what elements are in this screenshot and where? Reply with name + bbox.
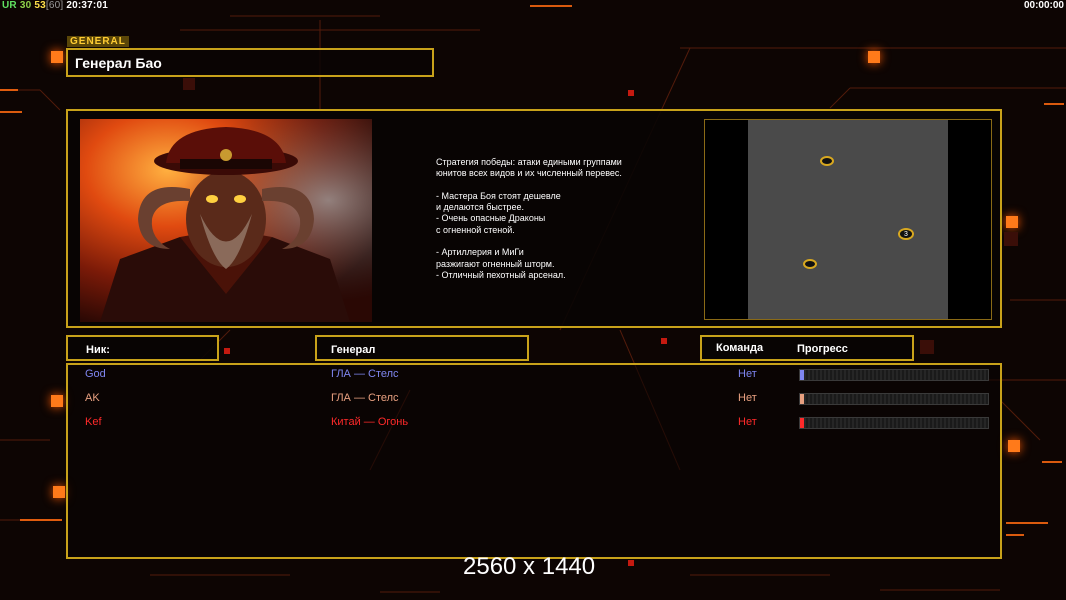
red-dot bbox=[628, 90, 634, 96]
red-dot bbox=[628, 560, 634, 566]
progress-column-label: Прогресс bbox=[797, 343, 848, 355]
player-progress-bar bbox=[799, 369, 989, 381]
team-column-label: Команда bbox=[716, 342, 764, 354]
hud-timer: 00:00:00 bbox=[1023, 0, 1064, 11]
map-terrain: 3 bbox=[748, 120, 948, 319]
glow-square bbox=[53, 486, 65, 498]
general-tag: GENERAL bbox=[67, 36, 129, 47]
general-name: Генерал Бао bbox=[75, 55, 162, 71]
general-column-header: Генерал bbox=[315, 335, 529, 361]
hud-clock: 20:37:01 bbox=[66, 0, 108, 11]
map-preview[interactable]: 3 bbox=[704, 119, 992, 320]
player-row: God ГЛА — Стелс Нет bbox=[68, 365, 1000, 385]
nick-column-header: Ник: bbox=[66, 335, 219, 361]
spawn-point[interactable] bbox=[803, 259, 817, 269]
portrait-image bbox=[80, 119, 372, 322]
nick-column-label: Ник: bbox=[86, 344, 110, 356]
glow-square bbox=[51, 51, 63, 63]
red-dot bbox=[661, 338, 667, 344]
general-name-box: Генерал Бао bbox=[66, 48, 434, 77]
hud-stats: UR 30 53[60] 20:37:01 bbox=[2, 0, 108, 11]
player-team: Нет bbox=[738, 416, 757, 428]
glow-square bbox=[51, 395, 63, 407]
glow-square bbox=[1006, 216, 1018, 228]
player-progress-bar bbox=[799, 417, 989, 429]
player-row: Kef Китай — Огонь Нет bbox=[68, 413, 1000, 433]
player-general: ГЛА — Стелс bbox=[331, 368, 399, 380]
spawn-point[interactable] bbox=[820, 156, 834, 166]
player-nick: Kef bbox=[85, 416, 102, 428]
hud-value-2: 53 bbox=[34, 0, 46, 11]
player-general: Китай — Огонь bbox=[331, 416, 409, 428]
general-info-panel: Стратегия победы: атаки едиными группами… bbox=[66, 109, 1002, 328]
player-row: AK ГЛА — Стелс Нет bbox=[68, 389, 1000, 409]
player-team: Нет bbox=[738, 368, 757, 380]
player-progress-bar bbox=[799, 393, 989, 405]
glow-square bbox=[1008, 440, 1020, 452]
glow-square bbox=[868, 51, 880, 63]
general-description: Стратегия победы: атаки едиными группами… bbox=[436, 157, 622, 280]
hud-value-1: 30 bbox=[19, 0, 32, 11]
dark-square bbox=[920, 340, 934, 354]
player-progress-fill bbox=[800, 394, 804, 404]
player-progress-fill bbox=[800, 418, 804, 428]
player-general: ГЛА — Стелс bbox=[331, 392, 399, 404]
general-portrait bbox=[80, 119, 372, 322]
player-nick: AK bbox=[85, 392, 100, 404]
player-progress-fill bbox=[800, 370, 804, 380]
hud-value-3: [60] bbox=[45, 0, 64, 11]
player-nick: God bbox=[85, 368, 106, 380]
resolution-overlay: 2560 x 1440 bbox=[463, 553, 596, 580]
player-team: Нет bbox=[738, 392, 757, 404]
spawn-point-3[interactable]: 3 bbox=[898, 228, 914, 240]
ur-label: UR bbox=[2, 0, 17, 11]
general-column-label: Генерал bbox=[331, 344, 376, 356]
team-progress-column-header: Команда Прогресс bbox=[700, 335, 914, 361]
dark-square bbox=[183, 78, 195, 90]
dark-square bbox=[1004, 232, 1018, 246]
players-panel: God ГЛА — Стелс Нет AK ГЛА — Стелс Нет K… bbox=[66, 363, 1002, 559]
red-dot bbox=[224, 348, 230, 354]
